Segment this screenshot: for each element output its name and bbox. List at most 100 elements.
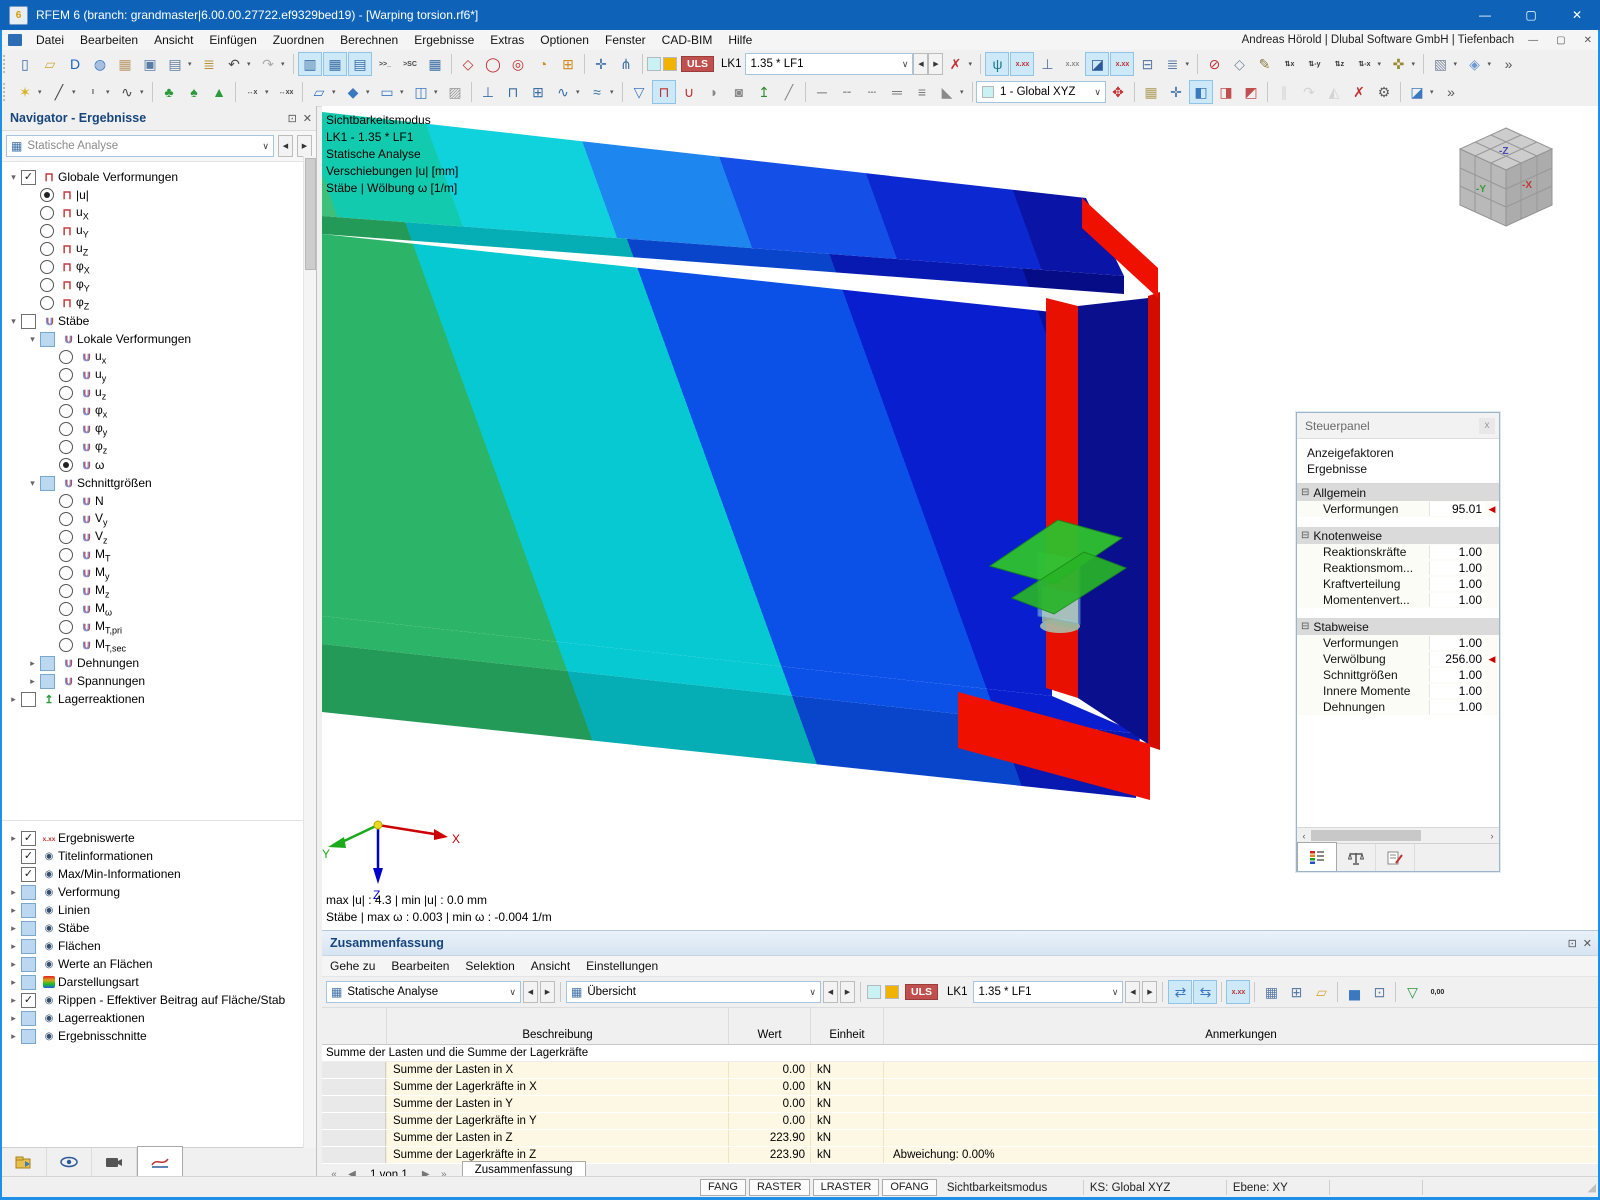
menu-ansicht-table[interactable]: Ansicht bbox=[523, 956, 578, 976]
tree-item[interactable]: ✓Max/Min-Informationen bbox=[2, 865, 316, 883]
menu-zuordnen[interactable]: Zuordnen bbox=[265, 30, 332, 50]
navigation-cube[interactable]: -Z -Y -X bbox=[1450, 120, 1562, 232]
table-folder[interactable]: ▱ bbox=[1309, 980, 1333, 1004]
menu-hilfe[interactable]: Hilfe bbox=[720, 30, 760, 50]
tree-item[interactable]: N bbox=[2, 492, 316, 510]
mirror-plane[interactable]: ◭ bbox=[1322, 80, 1346, 104]
radio-button[interactable] bbox=[59, 530, 73, 544]
maximize-button[interactable]: ▢ bbox=[1508, 0, 1554, 30]
tree-item[interactable]: ✓Titelinformationen bbox=[2, 847, 316, 865]
menu-bearbeiten-table[interactable]: Bearbeiten bbox=[383, 956, 457, 976]
shadow-view[interactable]: ◗ bbox=[702, 80, 726, 104]
undo-dropdown[interactable]: ▾ bbox=[247, 60, 255, 68]
navigator-data-toggle[interactable]: ▥ bbox=[298, 52, 322, 76]
new-surface[interactable]: ▱ bbox=[307, 80, 331, 104]
tab-data-navigator[interactable] bbox=[2, 1148, 47, 1176]
radio-button[interactable] bbox=[59, 404, 73, 418]
display-mode-lines[interactable]: ≡ bbox=[910, 80, 934, 104]
snap-toggle-fang[interactable]: FANG bbox=[700, 1179, 746, 1196]
navigator-panel-toggle[interactable]: ▤ bbox=[348, 52, 372, 76]
select-special[interactable]: ⊞ bbox=[556, 52, 580, 76]
factor-group-header[interactable]: ⊟Stabweise bbox=[1297, 618, 1499, 635]
radio-button[interactable] bbox=[59, 494, 73, 508]
display-mode-solid[interactable]: ─ bbox=[810, 80, 834, 104]
tree-item[interactable]: ux bbox=[2, 348, 316, 366]
tree-item[interactable]: ▸Spannungen bbox=[2, 672, 316, 690]
select-annulus[interactable]: ◎ bbox=[506, 52, 530, 76]
select-sector[interactable]: ◔ bbox=[531, 52, 555, 76]
next-view-button[interactable]: ▶ bbox=[840, 981, 855, 1003]
tree-item[interactable]: MT,pri bbox=[2, 618, 316, 636]
checkbox[interactable] bbox=[21, 314, 36, 329]
member-rendering-toggle[interactable]: ⊓ bbox=[652, 80, 676, 104]
factor-row[interactable]: Reaktionskräfte1.00 bbox=[1297, 544, 1499, 560]
sync-selection[interactable]: ⇆ bbox=[1193, 980, 1217, 1004]
factor-value[interactable]: 95.01 bbox=[1429, 502, 1485, 516]
table-row[interactable]: Summe der Lasten in Z223.90kN bbox=[322, 1130, 1598, 1147]
close-button[interactable]: ✕ bbox=[1554, 0, 1600, 30]
table-chart[interactable]: ▅ bbox=[1342, 980, 1366, 1004]
radio-button[interactable] bbox=[59, 512, 73, 526]
console-panel[interactable]: >>_ bbox=[373, 52, 397, 76]
tree-item[interactable]: uX bbox=[2, 204, 316, 222]
smooth-results[interactable]: ≣ bbox=[1160, 52, 1184, 76]
clipping-box-dropdown[interactable]: ▾ bbox=[1453, 60, 1461, 68]
radio-button[interactable] bbox=[40, 188, 54, 202]
renumber-single[interactable]: ✛ bbox=[589, 52, 613, 76]
tree-item[interactable]: ▸Darstellungsart bbox=[2, 973, 316, 991]
scroll-left-icon[interactable]: ‹ bbox=[1297, 831, 1311, 841]
display-mode-hybrid[interactable]: ═ bbox=[885, 80, 909, 104]
menu-berechnen[interactable]: Berechnen bbox=[332, 30, 406, 50]
tree-item[interactable]: ▸Flächen bbox=[2, 937, 316, 955]
section-line[interactable]: ╱ bbox=[777, 80, 801, 104]
tree-item[interactable]: φx bbox=[2, 402, 316, 420]
factor-row[interactable]: Momentenvert...1.00 bbox=[1297, 592, 1499, 608]
expander-icon[interactable]: ▸ bbox=[6, 923, 21, 934]
tree-item[interactable]: My bbox=[2, 564, 316, 582]
checkbox[interactable] bbox=[21, 921, 36, 936]
supports-view[interactable]: ↥ bbox=[752, 80, 776, 104]
delete-plane[interactable]: ✗ bbox=[1347, 80, 1371, 104]
tree-item[interactable]: ▸Dehnungen bbox=[2, 654, 316, 672]
clipping-box[interactable]: ▧ bbox=[1428, 52, 1452, 76]
dlubal-connect[interactable]: D bbox=[63, 52, 87, 76]
result-diagram-view[interactable]: ∪ bbox=[677, 80, 701, 104]
analysis-type-combo[interactable]: ▦ Statische Analyse ∨ bbox=[6, 135, 274, 157]
redo[interactable]: ↷ bbox=[256, 52, 280, 76]
tables-panel[interactable]: ▦ bbox=[423, 52, 447, 76]
display-style-dropdown[interactable]: ▾ bbox=[960, 88, 968, 96]
factor-row[interactable]: Dehnungen1.00 bbox=[1297, 699, 1499, 715]
workplane-xz[interactable]: ◨ bbox=[1214, 80, 1238, 104]
tree-item[interactable]: ▾Lokale Verformungen bbox=[2, 330, 316, 348]
display-mode-transparent[interactable]: ╌ bbox=[835, 80, 859, 104]
checkbox[interactable] bbox=[40, 332, 55, 347]
workplane-yz[interactable]: ◩ bbox=[1239, 80, 1263, 104]
radio-button[interactable] bbox=[40, 296, 54, 310]
scroll-right-icon[interactable]: › bbox=[1485, 831, 1499, 841]
tree-item[interactable]: ▸Verformung bbox=[2, 883, 316, 901]
radio-button[interactable] bbox=[59, 602, 73, 616]
navigator-scrollbar[interactable] bbox=[303, 156, 316, 1148]
view-in-minus-y[interactable]: ⇅-y bbox=[1302, 52, 1326, 76]
radio-button[interactable] bbox=[40, 278, 54, 292]
view-in-z[interactable]: ⇅z bbox=[1327, 52, 1351, 76]
factor-value[interactable]: 1.00 bbox=[1429, 684, 1485, 698]
menu-ansicht[interactable]: Ansicht bbox=[146, 30, 201, 50]
new-opening[interactable]: ▭ bbox=[375, 80, 399, 104]
filter-results[interactable]: ✗ bbox=[943, 52, 967, 76]
print-graphic[interactable]: ▤ bbox=[163, 52, 187, 76]
expander-icon[interactable]: ▸ bbox=[6, 887, 21, 898]
radio-button[interactable] bbox=[59, 440, 73, 454]
previous-view-button[interactable]: ◀ bbox=[823, 981, 838, 1003]
snap-toggle-ofang[interactable]: OFANG bbox=[882, 1179, 937, 1196]
radio-button[interactable] bbox=[59, 566, 73, 580]
checkbox[interactable] bbox=[21, 957, 36, 972]
radio-button[interactable] bbox=[59, 350, 73, 364]
checkbox[interactable] bbox=[21, 885, 36, 900]
member-eccentricity[interactable]: ≈ bbox=[585, 80, 609, 104]
select-polygon[interactable]: ◇ bbox=[456, 52, 480, 76]
new-section[interactable]: ◫ bbox=[409, 80, 433, 104]
solid-view[interactable]: ◙ bbox=[727, 80, 751, 104]
factor-value[interactable]: 1.00 bbox=[1429, 577, 1485, 591]
sc-panel[interactable]: >SC bbox=[398, 52, 422, 76]
